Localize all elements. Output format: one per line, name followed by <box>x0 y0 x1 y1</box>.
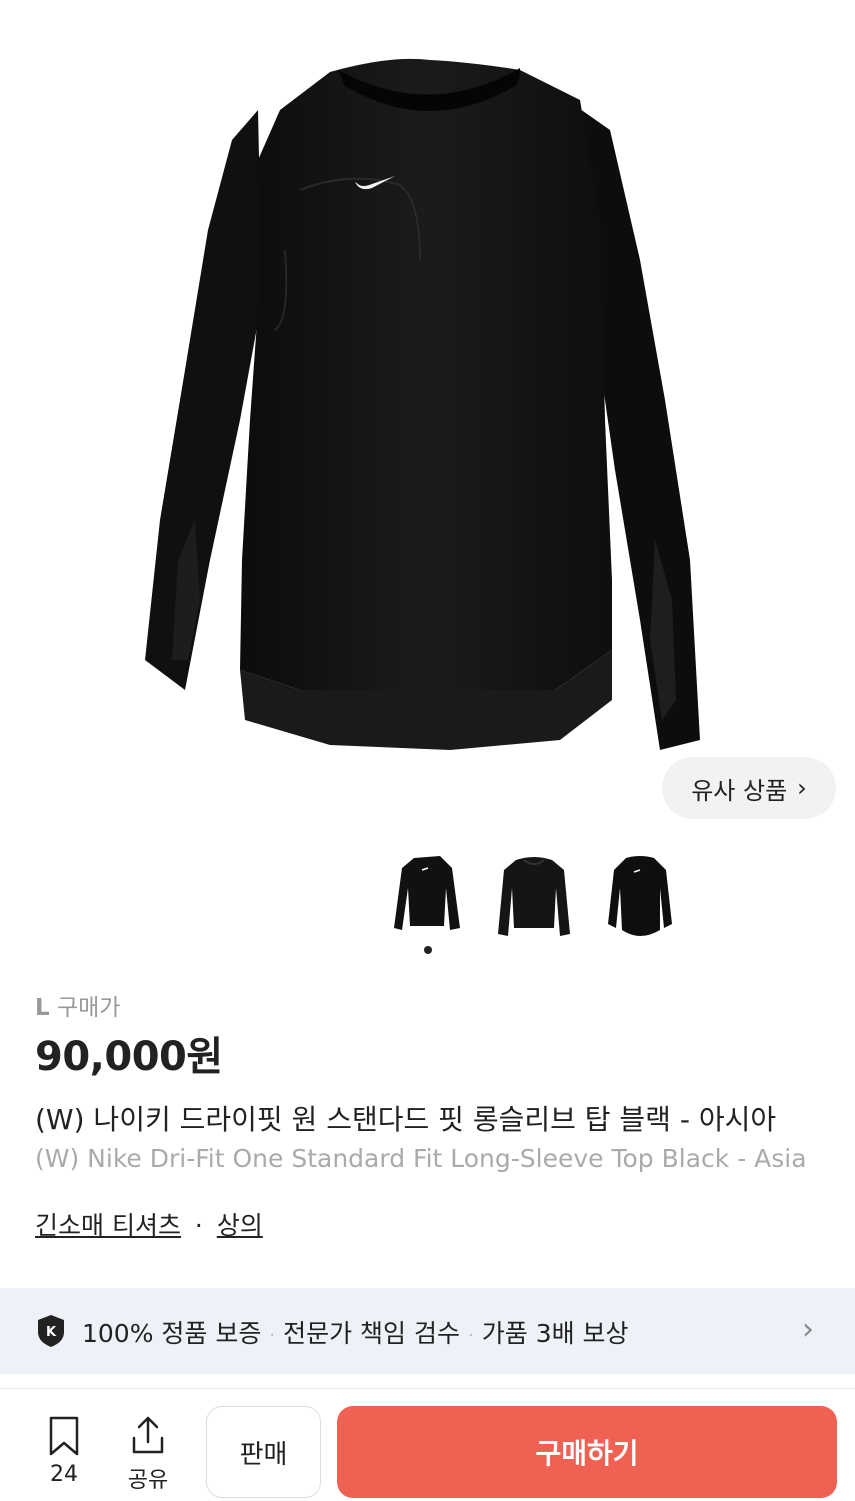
guarantee-authentic: 100% 정품 보증 <box>82 1319 262 1348</box>
kream-shield-icon: K <box>38 1315 64 1347</box>
sell-button[interactable]: 판매 <box>206 1406 321 1498</box>
size-value: L <box>35 995 50 1021</box>
bookmark-button[interactable] <box>40 1414 88 1462</box>
chevron-right-icon[interactable]: › <box>802 1312 814 1347</box>
buy-button[interactable]: 구매하기 <box>337 1406 837 1498</box>
bookmark-count: 24 <box>50 1462 78 1487</box>
category-link-tops[interactable]: 상의 <box>217 1211 263 1240</box>
thumbnail-strip <box>0 840 855 960</box>
category-link-long-sleeve[interactable]: 긴소매 티셔츠 <box>35 1211 181 1240</box>
share-icon <box>132 1416 164 1454</box>
product-shirt-illustration <box>145 58 700 750</box>
guarantee-compensation: 가품 3배 보상 <box>481 1319 629 1348</box>
category-breadcrumb: 긴소매 티셔츠 · 상의 <box>35 1206 263 1242</box>
guarantee-inspection: 전문가 책임 검수 <box>283 1319 461 1348</box>
thumbnail-2[interactable] <box>494 848 574 938</box>
product-title-korean: (W) 나이키 드라이핏 원 스탠다드 핏 롱슬리브 탑 블랙 - 아시아 <box>35 1103 777 1136</box>
share-button[interactable] <box>124 1414 172 1462</box>
guarantee-text: 100% 정품 보증 · 전문가 책임 검수 · 가품 3배 보상 <box>82 1314 629 1350</box>
product-price: 90,000원 <box>35 1034 223 1080</box>
gallery-page-indicator <box>424 946 432 954</box>
guarantee-sep-2: · <box>468 1324 474 1346</box>
svg-text:K: K <box>46 1325 57 1340</box>
share-label: 공유 <box>127 1468 169 1493</box>
thumbnail-3[interactable] <box>600 848 680 938</box>
similar-products-button[interactable]: 유사 상품 › <box>662 757 836 819</box>
category-separator: · <box>194 1211 203 1240</box>
chevron-right-icon: › <box>797 774 807 802</box>
product-image[interactable] <box>0 0 855 840</box>
thumbnail-1[interactable] <box>388 848 468 938</box>
bookmark-icon <box>49 1416 79 1456</box>
similar-products-label: 유사 상품 <box>691 776 788 805</box>
size-price-label: L 구매가 <box>35 988 120 1022</box>
product-title-english: (W) Nike Dri-Fit One Standard Fit Long-S… <box>35 1144 807 1173</box>
guarantee-sep-1: · <box>269 1324 276 1346</box>
price-type: 구매가 <box>56 995 121 1021</box>
